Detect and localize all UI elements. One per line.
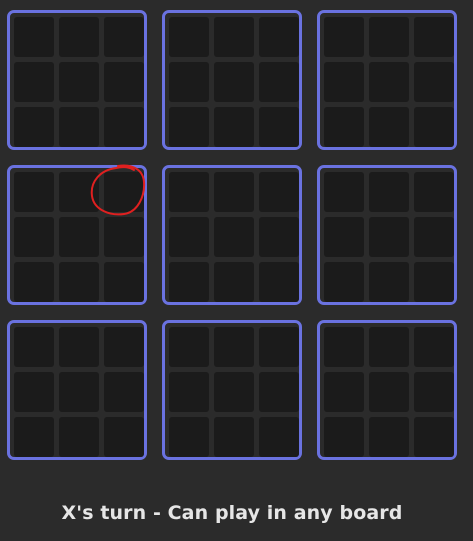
cell-2-1[interactable] bbox=[169, 17, 209, 57]
cell-3-3[interactable] bbox=[414, 17, 454, 57]
cell-3-1[interactable] bbox=[324, 17, 364, 57]
cell-5-7[interactable] bbox=[169, 262, 209, 302]
cell-5-1[interactable] bbox=[169, 172, 209, 212]
cell-4-6[interactable] bbox=[104, 217, 144, 257]
cell-4-3[interactable] bbox=[104, 172, 144, 212]
cell-4-7[interactable] bbox=[14, 262, 54, 302]
cell-1-1[interactable] bbox=[14, 17, 54, 57]
cell-7-8[interactable] bbox=[59, 417, 99, 457]
cell-9-3[interactable] bbox=[414, 327, 454, 367]
cell-3-8[interactable] bbox=[369, 107, 409, 147]
cell-6-2[interactable] bbox=[369, 172, 409, 212]
cell-3-5[interactable] bbox=[369, 62, 409, 102]
cell-9-4[interactable] bbox=[324, 372, 364, 412]
cell-8-7[interactable] bbox=[169, 417, 209, 457]
cell-8-4[interactable] bbox=[169, 372, 209, 412]
cell-6-7[interactable] bbox=[324, 262, 364, 302]
cell-2-4[interactable] bbox=[169, 62, 209, 102]
cell-3-7[interactable] bbox=[324, 107, 364, 147]
cell-3-4[interactable] bbox=[324, 62, 364, 102]
cell-4-2[interactable] bbox=[59, 172, 99, 212]
cell-6-4[interactable] bbox=[324, 217, 364, 257]
cell-2-6[interactable] bbox=[259, 62, 299, 102]
cell-4-1[interactable] bbox=[14, 172, 54, 212]
cell-1-9[interactable] bbox=[104, 107, 144, 147]
mini-board-3 bbox=[317, 10, 457, 150]
cell-1-3[interactable] bbox=[104, 17, 144, 57]
cell-2-3[interactable] bbox=[259, 17, 299, 57]
mini-board-2 bbox=[162, 10, 302, 150]
mini-board-9 bbox=[317, 320, 457, 460]
cell-7-7[interactable] bbox=[14, 417, 54, 457]
cell-8-1[interactable] bbox=[169, 327, 209, 367]
cell-9-5[interactable] bbox=[369, 372, 409, 412]
cell-1-4[interactable] bbox=[14, 62, 54, 102]
ultimate-board bbox=[0, 0, 473, 470]
cell-4-8[interactable] bbox=[59, 262, 99, 302]
cell-9-1[interactable] bbox=[324, 327, 364, 367]
mini-board-6 bbox=[317, 165, 457, 305]
turn-status-text: X's turn - Can play in any board bbox=[61, 502, 403, 524]
cell-6-3[interactable] bbox=[414, 172, 454, 212]
cell-1-5[interactable] bbox=[59, 62, 99, 102]
cell-7-5[interactable] bbox=[59, 372, 99, 412]
cell-2-5[interactable] bbox=[214, 62, 254, 102]
cell-6-1[interactable] bbox=[324, 172, 364, 212]
cell-3-2[interactable] bbox=[369, 17, 409, 57]
cell-5-6[interactable] bbox=[259, 217, 299, 257]
mini-board-4 bbox=[7, 165, 147, 305]
cell-3-9[interactable] bbox=[414, 107, 454, 147]
cell-7-3[interactable] bbox=[104, 327, 144, 367]
cell-8-3[interactable] bbox=[259, 327, 299, 367]
cell-9-8[interactable] bbox=[369, 417, 409, 457]
cell-7-1[interactable] bbox=[14, 327, 54, 367]
cell-2-9[interactable] bbox=[259, 107, 299, 147]
cell-2-7[interactable] bbox=[169, 107, 209, 147]
cell-8-9[interactable] bbox=[259, 417, 299, 457]
cell-6-6[interactable] bbox=[414, 217, 454, 257]
cell-6-5[interactable] bbox=[369, 217, 409, 257]
cell-8-6[interactable] bbox=[259, 372, 299, 412]
cell-7-2[interactable] bbox=[59, 327, 99, 367]
cell-9-6[interactable] bbox=[414, 372, 454, 412]
cell-4-5[interactable] bbox=[59, 217, 99, 257]
cell-9-7[interactable] bbox=[324, 417, 364, 457]
cell-5-2[interactable] bbox=[214, 172, 254, 212]
mini-board-7 bbox=[7, 320, 147, 460]
cell-7-4[interactable] bbox=[14, 372, 54, 412]
cell-5-4[interactable] bbox=[169, 217, 209, 257]
cell-2-8[interactable] bbox=[214, 107, 254, 147]
cell-7-9[interactable] bbox=[104, 417, 144, 457]
cell-8-2[interactable] bbox=[214, 327, 254, 367]
cell-4-4[interactable] bbox=[14, 217, 54, 257]
mini-board-1 bbox=[7, 10, 147, 150]
mini-board-8 bbox=[162, 320, 302, 460]
cell-3-6[interactable] bbox=[414, 62, 454, 102]
cell-1-2[interactable] bbox=[59, 17, 99, 57]
cell-5-9[interactable] bbox=[259, 262, 299, 302]
cell-1-6[interactable] bbox=[104, 62, 144, 102]
cell-8-5[interactable] bbox=[214, 372, 254, 412]
cell-5-5[interactable] bbox=[214, 217, 254, 257]
cell-6-9[interactable] bbox=[414, 262, 454, 302]
cell-1-7[interactable] bbox=[14, 107, 54, 147]
cell-9-9[interactable] bbox=[414, 417, 454, 457]
cell-2-2[interactable] bbox=[214, 17, 254, 57]
cell-7-6[interactable] bbox=[104, 372, 144, 412]
cell-5-8[interactable] bbox=[214, 262, 254, 302]
cell-8-8[interactable] bbox=[214, 417, 254, 457]
cell-5-3[interactable] bbox=[259, 172, 299, 212]
cell-6-8[interactable] bbox=[369, 262, 409, 302]
cell-4-9[interactable] bbox=[104, 262, 144, 302]
cell-9-2[interactable] bbox=[369, 327, 409, 367]
cell-1-8[interactable] bbox=[59, 107, 99, 147]
mini-board-5 bbox=[162, 165, 302, 305]
